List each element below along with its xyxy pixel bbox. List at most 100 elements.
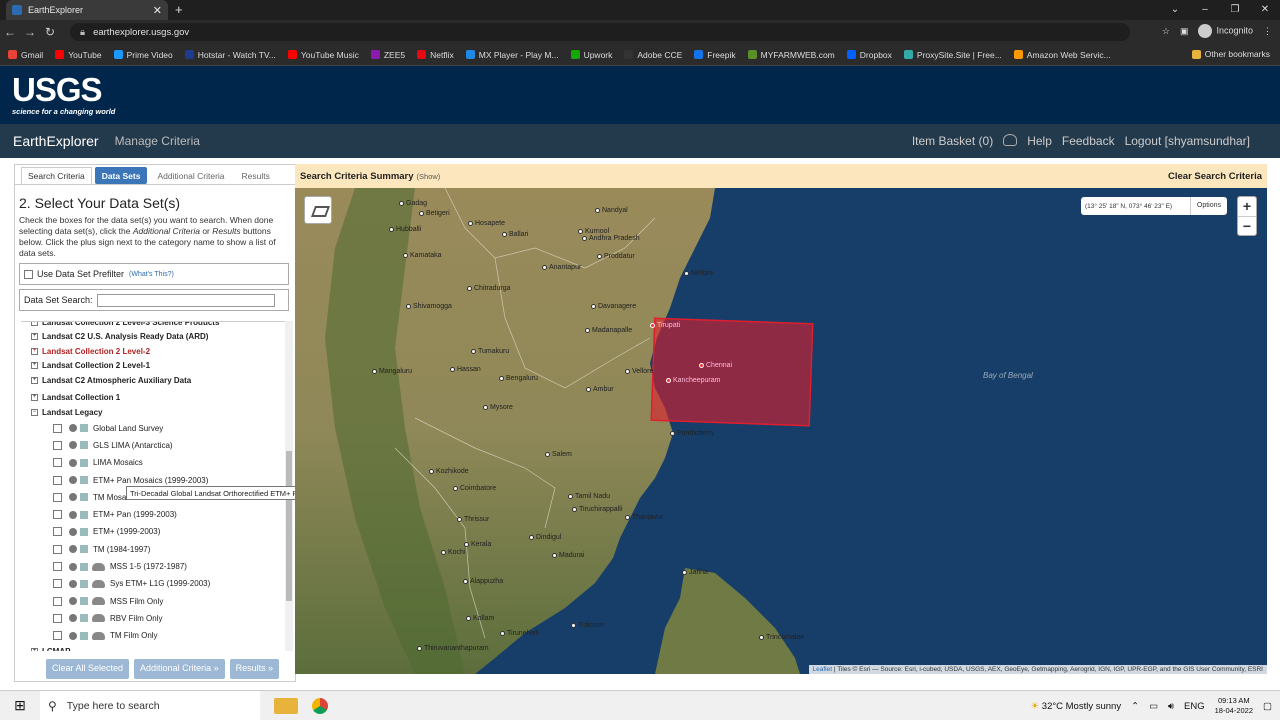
bookmark-item[interactable]: Netflix: [417, 50, 454, 60]
tree-scroll-thumb[interactable]: [286, 451, 292, 601]
info-icon[interactable]: [69, 631, 77, 640]
info-icon[interactable]: [69, 579, 77, 588]
metadata-icon[interactable]: [80, 441, 88, 450]
bookmark-item[interactable]: ProxySite.Site | Free...: [903, 50, 1002, 60]
item-basket-link[interactable]: Item Basket (0): [912, 134, 993, 148]
dataset-checkbox[interactable]: [53, 423, 62, 433]
tab-close-icon[interactable]: ✕: [153, 4, 162, 17]
expand-icon[interactable]: +: [31, 394, 38, 402]
manage-criteria-link[interactable]: Manage Criteria: [115, 134, 200, 148]
dataset-category[interactable]: + Landsat Collection 2 Level-2: [21, 344, 287, 359]
dataset-category[interactable]: + LCMAP: [21, 644, 287, 651]
metadata-icon[interactable]: [80, 579, 88, 588]
expand-icon[interactable]: +: [31, 322, 38, 326]
info-icon[interactable]: [69, 441, 77, 450]
metadata-icon[interactable]: [80, 562, 88, 571]
notification-icon[interactable]: ▢: [1263, 701, 1272, 712]
usgs-logo[interactable]: USGS science for a changing world: [12, 73, 115, 116]
dataset-checkbox[interactable]: [53, 510, 62, 520]
bookmark-item[interactable]: Upwork: [570, 50, 612, 60]
network-icon[interactable]: ▭: [1149, 701, 1158, 712]
dataset-checkbox[interactable]: [53, 458, 62, 468]
metadata-icon[interactable]: [80, 424, 88, 433]
zoom-out-button[interactable]: −: [1238, 217, 1256, 236]
new-tab-icon[interactable]: +: [175, 2, 183, 17]
dataset-checkbox[interactable]: [53, 613, 62, 623]
dataset-category[interactable]: + Landsat Collection 1: [21, 391, 287, 406]
feedback-link[interactable]: Feedback: [1062, 134, 1115, 148]
info-icon[interactable]: [69, 614, 77, 623]
dataset-category[interactable]: − Landsat Legacy: [21, 405, 287, 420]
metadata-icon[interactable]: [80, 545, 88, 554]
bookmark-item[interactable]: Hotstar - Watch TV...: [184, 50, 276, 60]
address-bar[interactable]: 🔒︎ earthexplorer.usgs.gov: [70, 23, 1130, 41]
expand-icon[interactable]: +: [31, 376, 38, 384]
clear-all-selected-button[interactable]: Clear All Selected: [46, 659, 130, 679]
volume-icon[interactable]: 🔊︎: [1168, 701, 1174, 712]
bookmark-item[interactable]: Adobe CCE: [624, 50, 682, 60]
expand-icon[interactable]: +: [31, 362, 38, 370]
file-explorer-icon[interactable]: [274, 697, 298, 714]
metadata-icon[interactable]: [80, 527, 88, 536]
close-window-icon[interactable]: ✕: [1250, 0, 1280, 20]
dataset-category[interactable]: + Landsat C2 U.S. Analysis Ready Data (AR…: [21, 330, 287, 345]
expand-icon[interactable]: −: [31, 408, 38, 416]
user-icon[interactable]: [1003, 134, 1018, 146]
results-button[interactable]: Results »: [229, 659, 280, 679]
expand-icon[interactable]: +: [31, 333, 38, 341]
bookmark-item[interactable]: YouTube: [55, 50, 102, 60]
info-icon[interactable]: [69, 424, 77, 433]
weather-widget[interactable]: ☀ 32°C Mostly sunny: [1031, 701, 1121, 712]
dataset-checkbox[interactable]: [53, 527, 62, 537]
bookmark-item[interactable]: Amazon Web Servic...: [1013, 50, 1111, 60]
dataset-category[interactable]: + Landsat Collection 2 Level-1: [21, 359, 287, 374]
dataset-checkbox[interactable]: [53, 596, 62, 606]
language-indicator[interactable]: ENG: [1184, 701, 1205, 712]
back-icon[interactable]: ←: [0, 25, 20, 39]
tab-results[interactable]: Results: [235, 167, 277, 184]
app-title[interactable]: EarthExplorer: [13, 133, 99, 149]
bookmark-item[interactable]: Freepik: [694, 50, 736, 60]
clock[interactable]: 09:13 AM 18-04-2022: [1215, 696, 1253, 716]
info-icon[interactable]: [69, 510, 77, 519]
tab-search-icon[interactable]: ⌄: [1160, 0, 1190, 20]
info-icon[interactable]: [69, 476, 77, 485]
other-bookmarks[interactable]: Other bookmarks: [1191, 49, 1270, 59]
clear-search-criteria-link[interactable]: Clear Search Criteria: [1168, 171, 1262, 182]
taskbar-search[interactable]: ⚲ Type here to search: [40, 690, 260, 721]
tab-search-criteria[interactable]: Search Criteria: [21, 167, 92, 184]
map-options-button[interactable]: Options: [1189, 197, 1227, 215]
layers-icon[interactable]: [304, 196, 332, 224]
bookmark-item[interactable]: Prime Video: [113, 50, 173, 60]
bookmark-item[interactable]: ZEE5: [370, 50, 405, 60]
dataset-category[interactable]: + Landsat C2 Atmospheric Auxiliary Data: [21, 373, 287, 388]
bookmark-item[interactable]: Gmail: [8, 50, 43, 60]
dataset-category[interactable]: + Landsat Collection 2 Level-3 Science Pr…: [21, 322, 287, 330]
dataset-checkbox[interactable]: [53, 579, 62, 589]
expand-icon[interactable]: +: [31, 347, 38, 355]
leaflet-link[interactable]: Leaflet: [813, 666, 833, 673]
info-icon[interactable]: [69, 597, 77, 606]
metadata-icon[interactable]: [80, 614, 88, 623]
metadata-icon[interactable]: [80, 493, 88, 502]
info-icon[interactable]: [69, 545, 77, 554]
tray-chevron-icon[interactable]: ⌃: [1131, 701, 1139, 712]
dataset-checkbox[interactable]: [53, 631, 62, 641]
search-area-polygon[interactable]: [650, 317, 814, 427]
dataset-checkbox[interactable]: [53, 440, 62, 450]
reload-icon[interactable]: ↻: [40, 25, 60, 39]
bookmark-item[interactable]: MYFARMWEB.com: [747, 50, 835, 60]
bookmark-item[interactable]: Dropbox: [846, 50, 892, 60]
metadata-icon[interactable]: [80, 458, 88, 467]
windows-start-icon[interactable]: ⊞: [0, 697, 40, 714]
sidepanel-icon[interactable]: ▣: [1180, 26, 1189, 37]
incognito-indicator[interactable]: Incognito: [1198, 24, 1253, 38]
chrome-icon[interactable]: [312, 697, 328, 714]
bookmark-item[interactable]: YouTube Music: [287, 50, 359, 60]
browser-tab[interactable]: EarthExplorer ✕: [6, 0, 168, 20]
logout-link[interactable]: Logout [shyamsundhar]: [1125, 134, 1250, 148]
restore-icon[interactable]: ❐: [1220, 0, 1250, 20]
expand-icon[interactable]: +: [31, 648, 38, 651]
metadata-icon[interactable]: [80, 476, 88, 485]
tab-data-sets[interactable]: Data Sets: [94, 167, 148, 184]
